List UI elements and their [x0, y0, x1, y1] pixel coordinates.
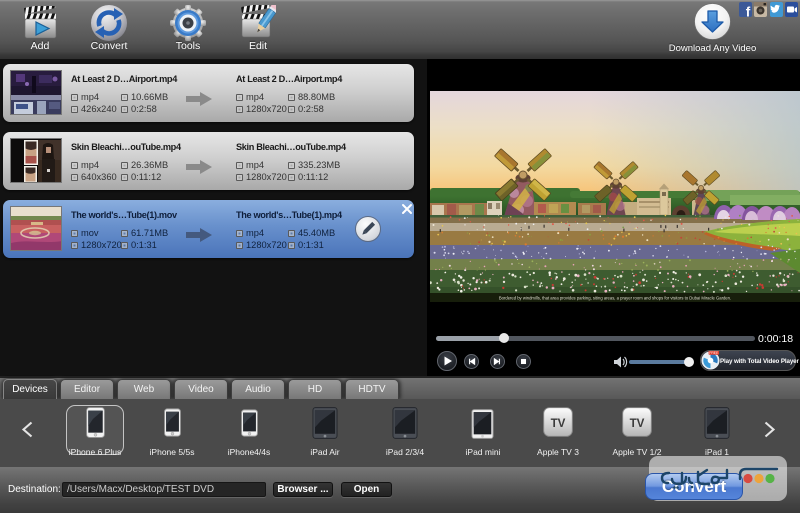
svg-text:TV: TV — [630, 417, 645, 430]
svg-text:f: f — [746, 5, 751, 18]
svg-text:TV: TV — [551, 417, 566, 430]
svg-text:FREE: FREE — [709, 351, 719, 355]
svg-text:Bordered by windmills, that ar: Bordered by windmills, that area provide… — [499, 296, 731, 301]
